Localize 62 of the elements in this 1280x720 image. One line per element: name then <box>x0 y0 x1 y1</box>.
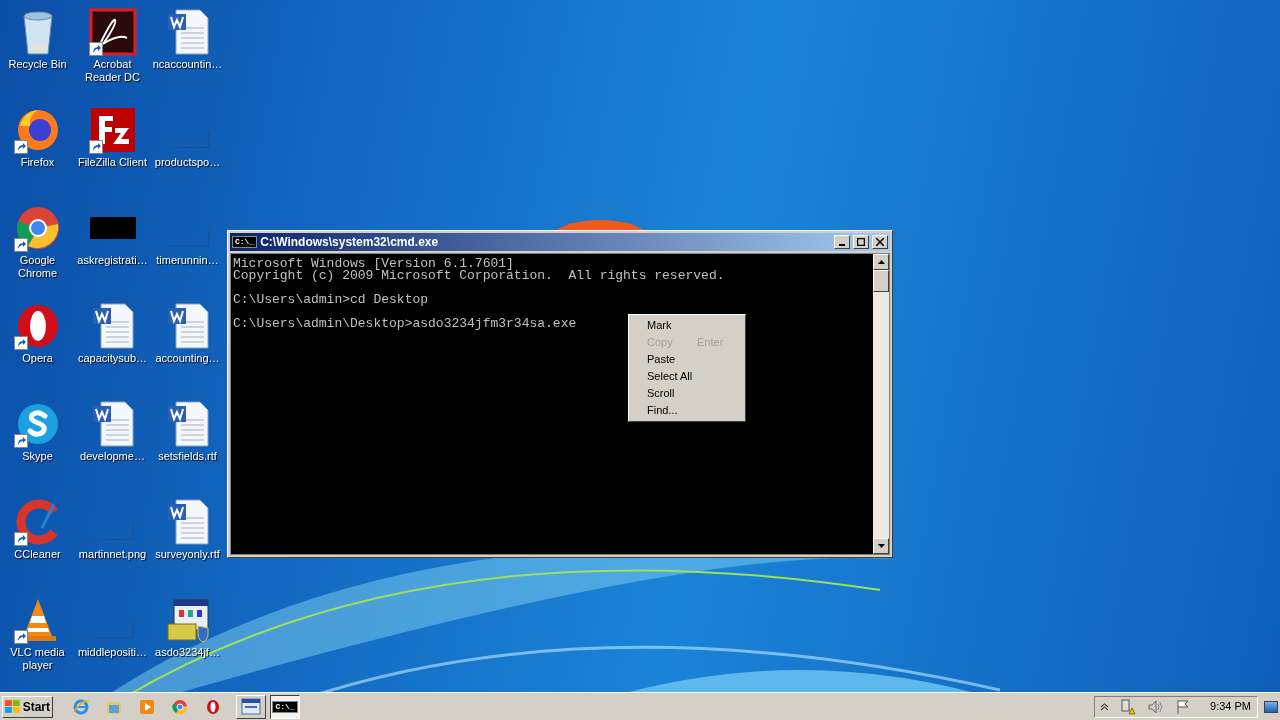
console-line: C:\Users\admin\Desktop>asdo3234jfm3r34sa.exe <box>233 318 577 330</box>
console-line: C:\Users\admin>cd Desktop <box>233 294 429 306</box>
empty-thumbnail-icon <box>166 132 209 148</box>
chevron-up-icon[interactable] <box>1101 702 1109 711</box>
desktop-icon-label[interactable]: surveyonly.rtf <box>155 548 220 561</box>
menu-item[interactable]: Select All <box>629 368 745 385</box>
desktop-icon-label[interactable]: Firefox <box>20 156 55 169</box>
image-thumbnail-icon <box>89 217 136 239</box>
taskbar-button[interactable]: C:\_ <box>270 694 300 719</box>
desktop-icon-label[interactable]: Recycle Bin <box>8 58 67 71</box>
desktop-icon-label[interactable]: Google Chrome <box>0 254 75 280</box>
down-arrow-icon <box>877 544 885 548</box>
desktop-icon-label[interactable]: middlepositi… <box>77 646 148 659</box>
start-button[interactable]: Start <box>2 695 53 718</box>
desktop-icon-label[interactable]: VLC media player <box>0 646 75 672</box>
desktop-icon-label[interactable]: setsfields.rtf <box>158 450 217 463</box>
desktop-icon-label[interactable]: askregistrati… <box>77 254 148 267</box>
empty-thumbnail-icon <box>91 622 134 638</box>
empty-thumbnail-icon <box>91 524 134 540</box>
acrobat-icon <box>88 8 137 56</box>
menu-item[interactable]: Paste <box>629 351 745 368</box>
console-icon: C:\_ <box>272 700 298 713</box>
scroll-thumb[interactable] <box>873 270 889 292</box>
desktop-icon-label[interactable]: capacitysub… <box>77 352 148 365</box>
desktop-icon-label[interactable]: Acrobat Reader DC <box>75 58 150 84</box>
empty-thumbnail-icon <box>166 230 209 246</box>
menu-item[interactable]: Find... <box>629 402 745 419</box>
speaker-icon[interactable] <box>1148 699 1165 714</box>
flag-icon[interactable] <box>1176 698 1191 715</box>
up-arrow-icon <box>877 260 885 264</box>
minimize-button[interactable] <box>834 235 850 249</box>
menu-item[interactable]: Scroll <box>629 385 745 402</box>
taskbar-button[interactable] <box>236 694 266 719</box>
clock[interactable]: 9:34 PM <box>1210 698 1251 715</box>
desktop-icon-label[interactable]: productspo… <box>154 156 221 169</box>
desktop-icon-label[interactable]: Skype <box>22 450 53 463</box>
scroll-down-button[interactable] <box>873 538 889 554</box>
close-button[interactable] <box>872 235 888 249</box>
console-icon: C:\_ <box>232 236 258 248</box>
network-warning-icon[interactable] <box>1120 698 1137 715</box>
console-line: Copyright (c) 2009 Microsoft Corporation. All rights reserved. <box>233 270 725 282</box>
desktop-icon-label[interactable]: martinnet.png <box>78 548 147 561</box>
desktop-icon-label[interactable]: developme… <box>80 450 145 463</box>
console-line: Microsoft Windows [Version 6.1.7601] <box>233 258 514 270</box>
opera-icon[interactable] <box>204 697 222 716</box>
maximize-button[interactable] <box>853 235 869 249</box>
desktop-icon-label[interactable]: ncaccountin… <box>152 58 223 71</box>
scroll-up-button[interactable] <box>873 254 889 270</box>
maximize-icon <box>857 238 865 246</box>
scrollbar[interactable] <box>873 254 889 554</box>
desktop-icon-label[interactable]: Opera <box>22 352 53 365</box>
desktop-icon-label[interactable]: FileZilla Client <box>77 156 148 169</box>
close-icon <box>876 238 884 246</box>
desktop-icon-label[interactable]: CCleaner <box>14 548 61 561</box>
show-desktop-button[interactable] <box>1264 700 1278 713</box>
windows-logo-icon <box>5 699 21 714</box>
desktop-icon-label[interactable]: accounting… <box>155 352 220 365</box>
chrome-icon[interactable] <box>171 697 189 716</box>
installer-icon <box>241 697 261 716</box>
menu-item[interactable]: Mark <box>629 317 745 334</box>
desktop-icon-label[interactable]: timerunnin… <box>156 254 219 267</box>
window-title: C:\Windows\system32\cmd.exe <box>260 234 440 251</box>
